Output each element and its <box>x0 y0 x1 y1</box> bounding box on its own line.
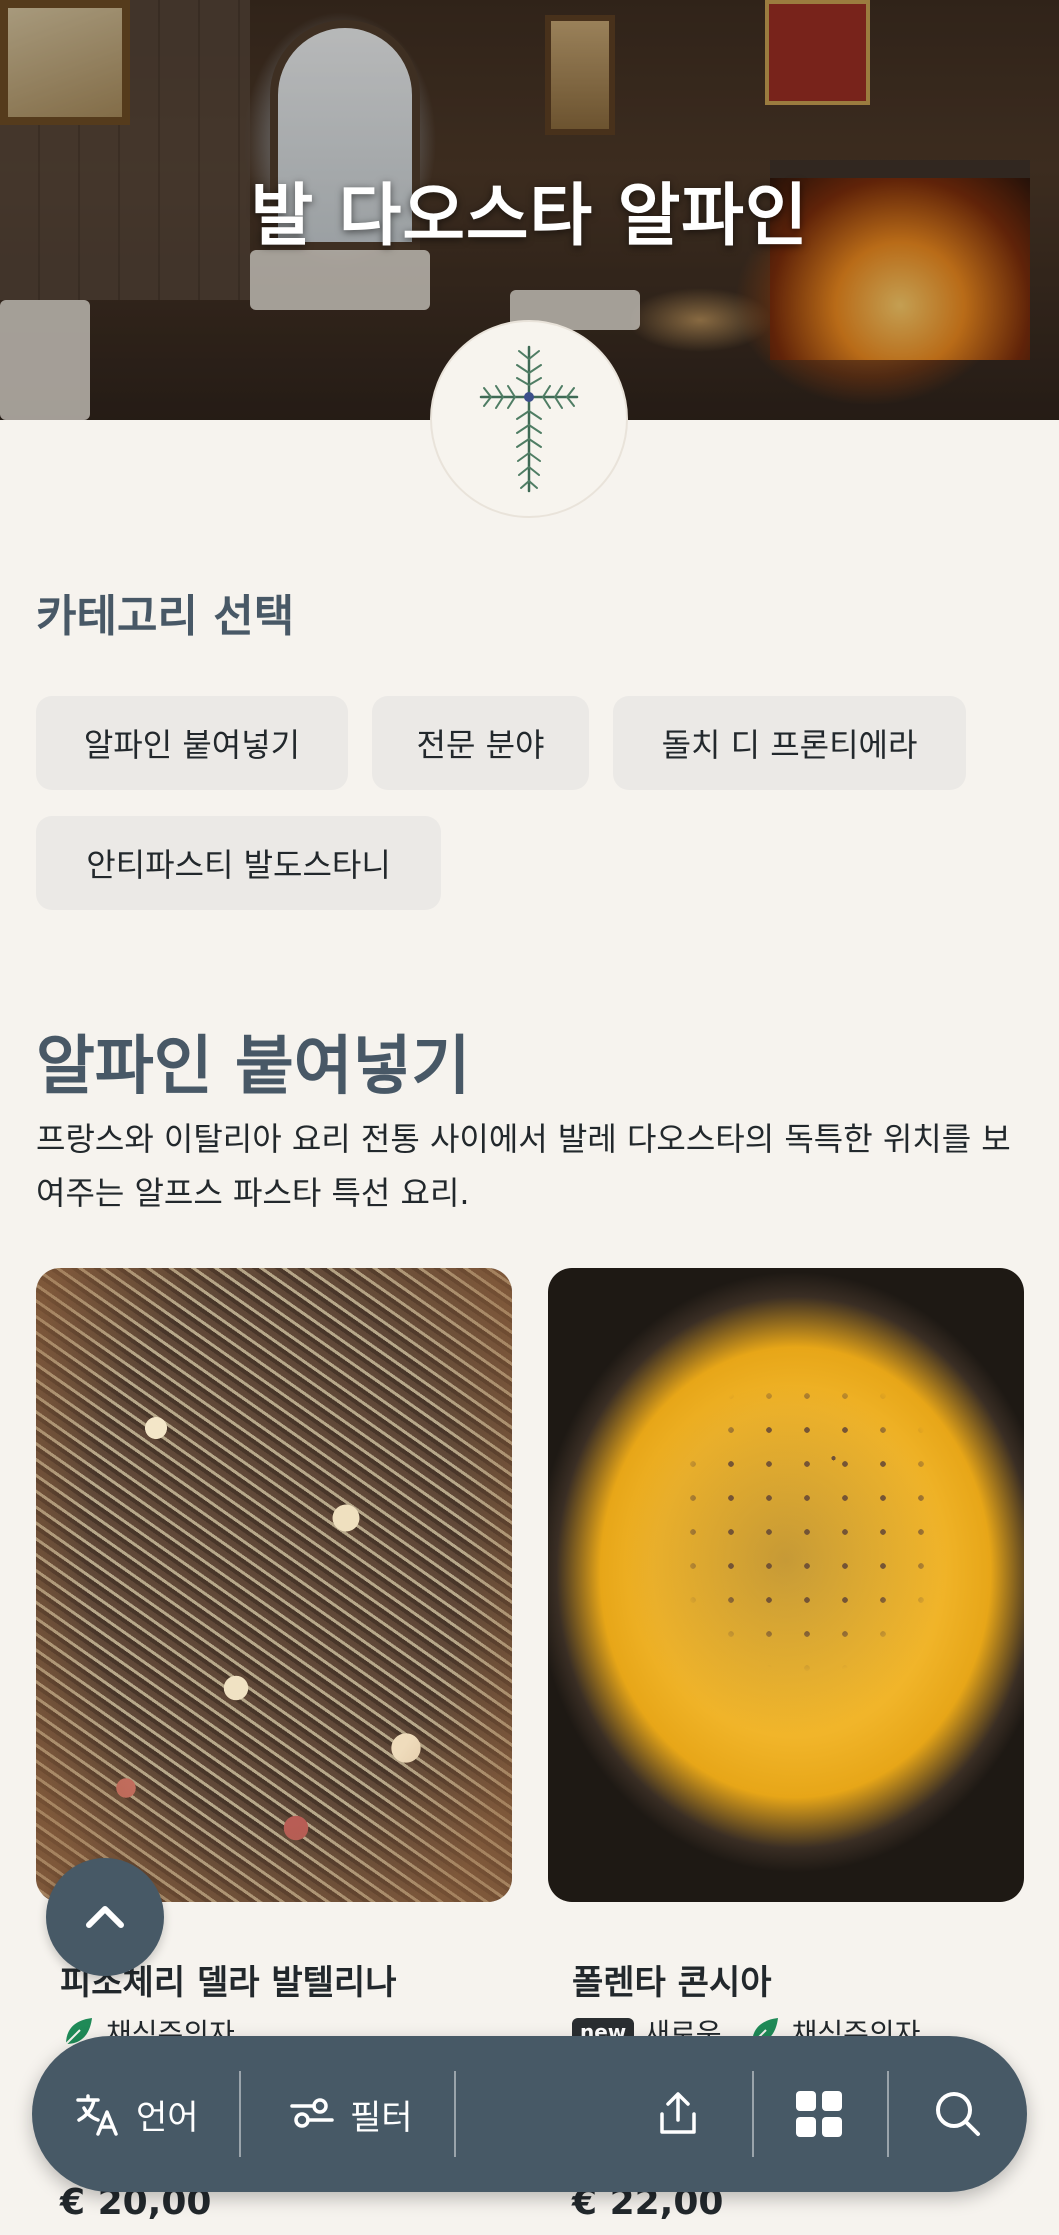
bottom-action-bar: 언어 필터 <box>32 2036 1027 2192</box>
translate-icon <box>76 2094 118 2136</box>
section-description: 프랑스와 이탈리아 요리 전통 사이에서 발레 다오스타의 독특한 위치를 보여… <box>36 1120 1011 1212</box>
share-button[interactable] <box>652 2036 704 2192</box>
dish-name[interactable]: 폴렌타 콘시아 <box>572 1955 772 2004</box>
language-label: 언어 <box>136 2097 199 2138</box>
search-icon <box>936 2092 980 2136</box>
share-icon <box>660 2092 696 2134</box>
category-heading: 카테고리 선택 <box>36 591 295 642</box>
restaurant-logo <box>430 320 628 518</box>
filter-button[interactable]: 필터 <box>288 2036 413 2192</box>
category-chip[interactable]: 안티파스티 발도스타니 <box>36 816 441 910</box>
chevron-up-icon <box>86 1906 124 1928</box>
grid-icon <box>796 2091 842 2137</box>
dish-image[interactable] <box>548 1268 1024 1902</box>
language-button[interactable]: 언어 <box>74 2036 199 2192</box>
section-title: 알파인 붙여넣기 <box>36 1030 471 1104</box>
scroll-top-button[interactable] <box>46 1858 164 1976</box>
search-button[interactable] <box>932 2036 984 2192</box>
filter-icon <box>290 2098 334 2128</box>
dish-image[interactable] <box>36 1268 512 1902</box>
grid-view-button[interactable] <box>794 2036 844 2192</box>
filter-label: 필터 <box>350 2097 413 2138</box>
cross-herb-logo <box>479 345 579 493</box>
category-chip[interactable]: 돌치 디 프론티에라 <box>613 696 966 790</box>
restaurant-title: 발 다오스타 알파인 <box>250 177 809 256</box>
category-chip[interactable]: 전문 분야 <box>372 696 589 790</box>
category-chip[interactable]: 알파인 붙여넣기 <box>36 696 348 790</box>
